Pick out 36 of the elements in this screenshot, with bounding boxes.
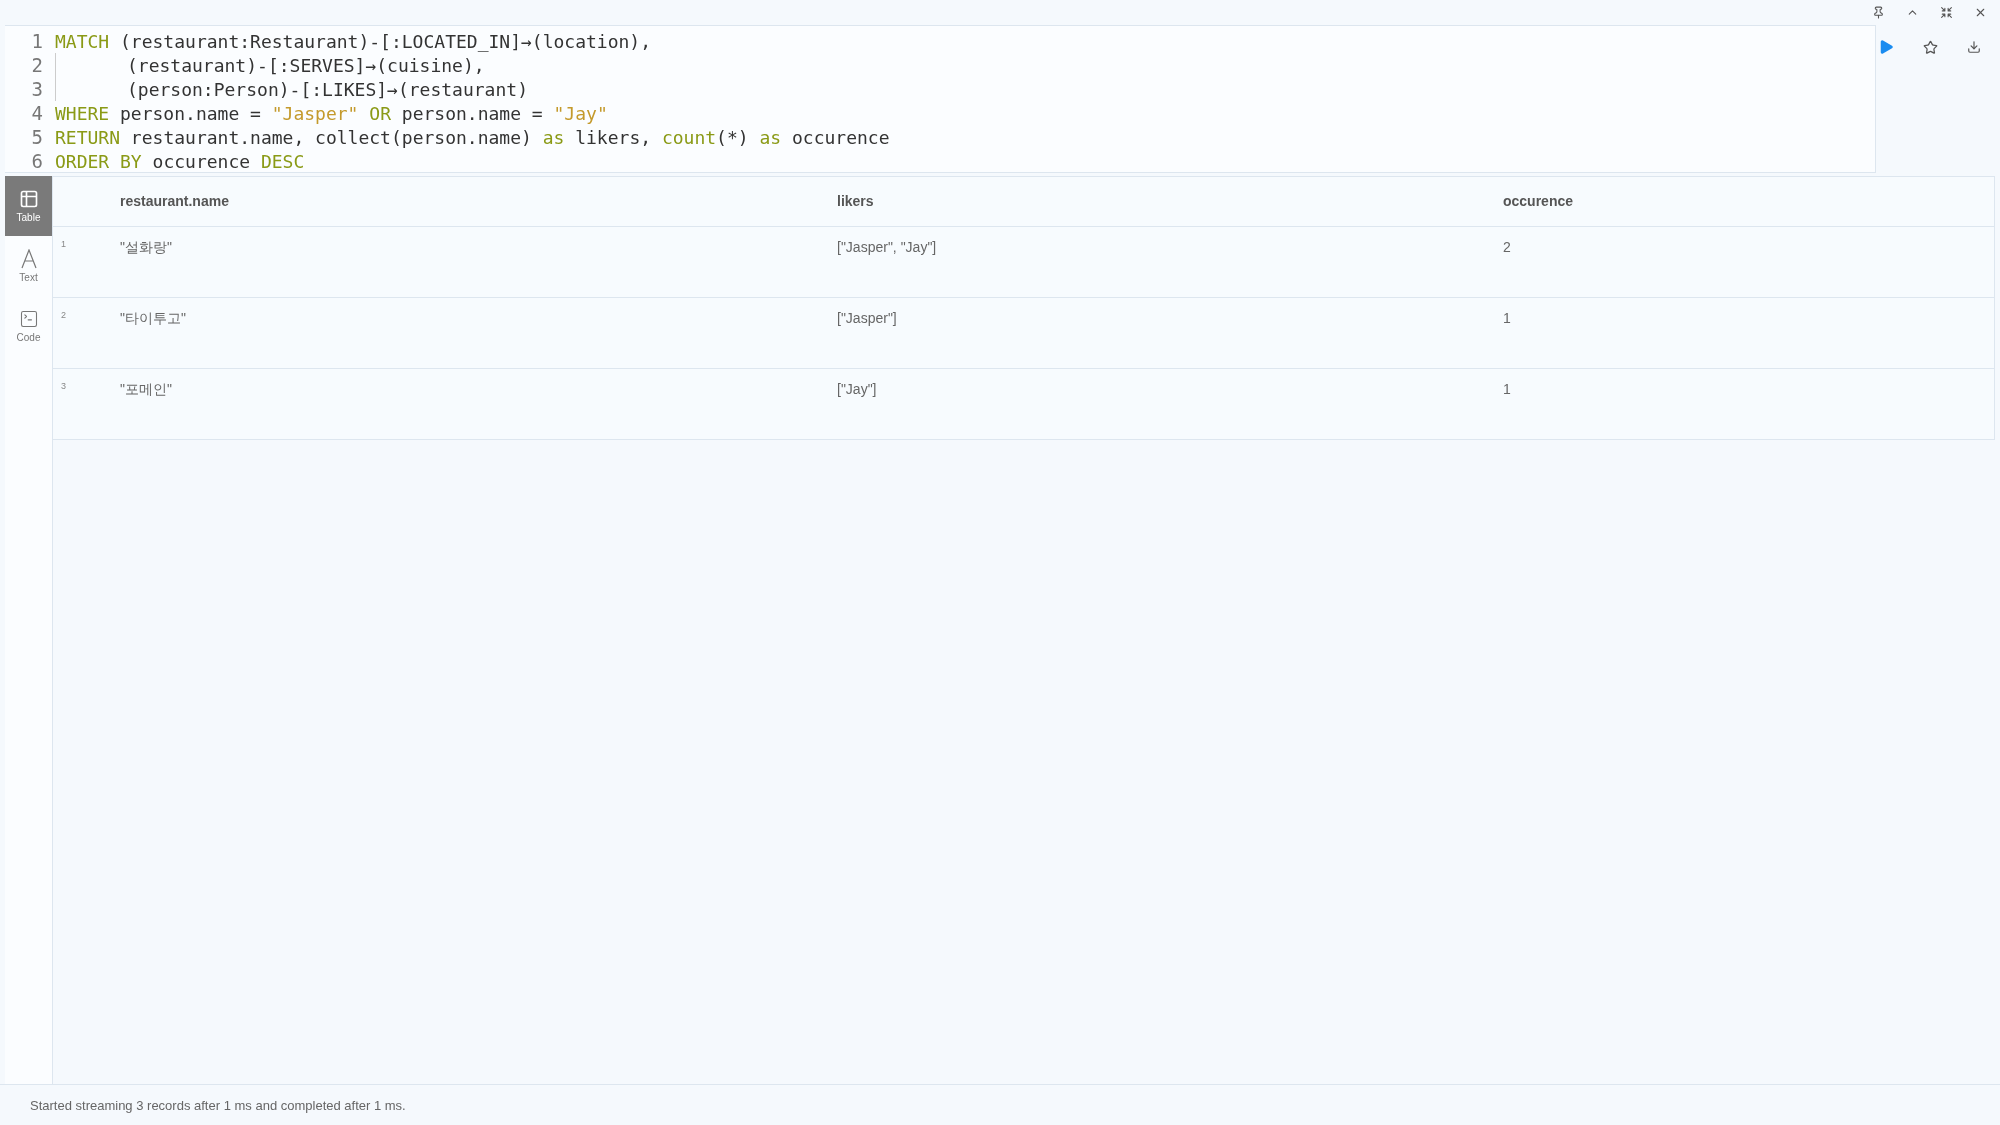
line-number: 1 [30, 30, 44, 52]
code-editor[interactable] [5, 25, 1876, 173]
table-icon [18, 189, 39, 209]
table-cell: 1 [1503, 310, 1511, 326]
table-cell: "포메인" [120, 381, 172, 397]
code-line: (person:Person)-[:LIKES]→(restaurant) [127, 78, 528, 100]
line-number: 6 [30, 150, 44, 172]
row-number: 2 [61, 310, 66, 320]
table-cell: ["Jasper", "Jay"] [837, 239, 937, 255]
line-number: 5 [30, 126, 44, 148]
table-cell: 1 [1503, 381, 1511, 397]
row-number: 1 [61, 239, 66, 249]
column-header: likers [837, 192, 875, 211]
view-tab[interactable]: Text [5, 236, 52, 296]
code-line: MATCH (restaurant:Restaurant)-[:LOCATED_IN]→(location), [55, 30, 652, 52]
code-line: (restaurant)-[:SERVES]→(cuisine), [127, 54, 485, 76]
table-cell: "타이투고" [120, 310, 186, 326]
table-cell: ["Jasper"] [837, 310, 897, 326]
column-header: occurence [1503, 192, 1575, 211]
line-number: 2 [30, 54, 44, 76]
letter-a-icon [19, 249, 38, 269]
row-number: 3 [61, 381, 66, 391]
status-message: Started streaming 3 records after 1 ms and completed after 1 ms. [30, 1097, 406, 1113]
terminal-icon [18, 309, 39, 329]
table-cell: 2 [1503, 239, 1511, 255]
view-tab[interactable]: Code [5, 296, 52, 356]
code-line: WHERE person.name = "Jasper" OR person.name = "Jay" [55, 102, 608, 124]
table-cell: ["Jay"] [837, 381, 877, 397]
line-number: 3 [30, 78, 44, 100]
line-number: 4 [30, 102, 44, 124]
table-cell: "설화랑" [120, 239, 172, 255]
column-header: restaurant.name [120, 192, 230, 211]
shrink-icon[interactable] [1938, 4, 1954, 21]
view-tab[interactable]: Table [5, 176, 52, 236]
code-line: ORDER BY occurence DESC [55, 150, 305, 172]
code-line: RETURN restaurant.name, collect(person.name) as likers, count(*) as occurence [55, 126, 890, 148]
